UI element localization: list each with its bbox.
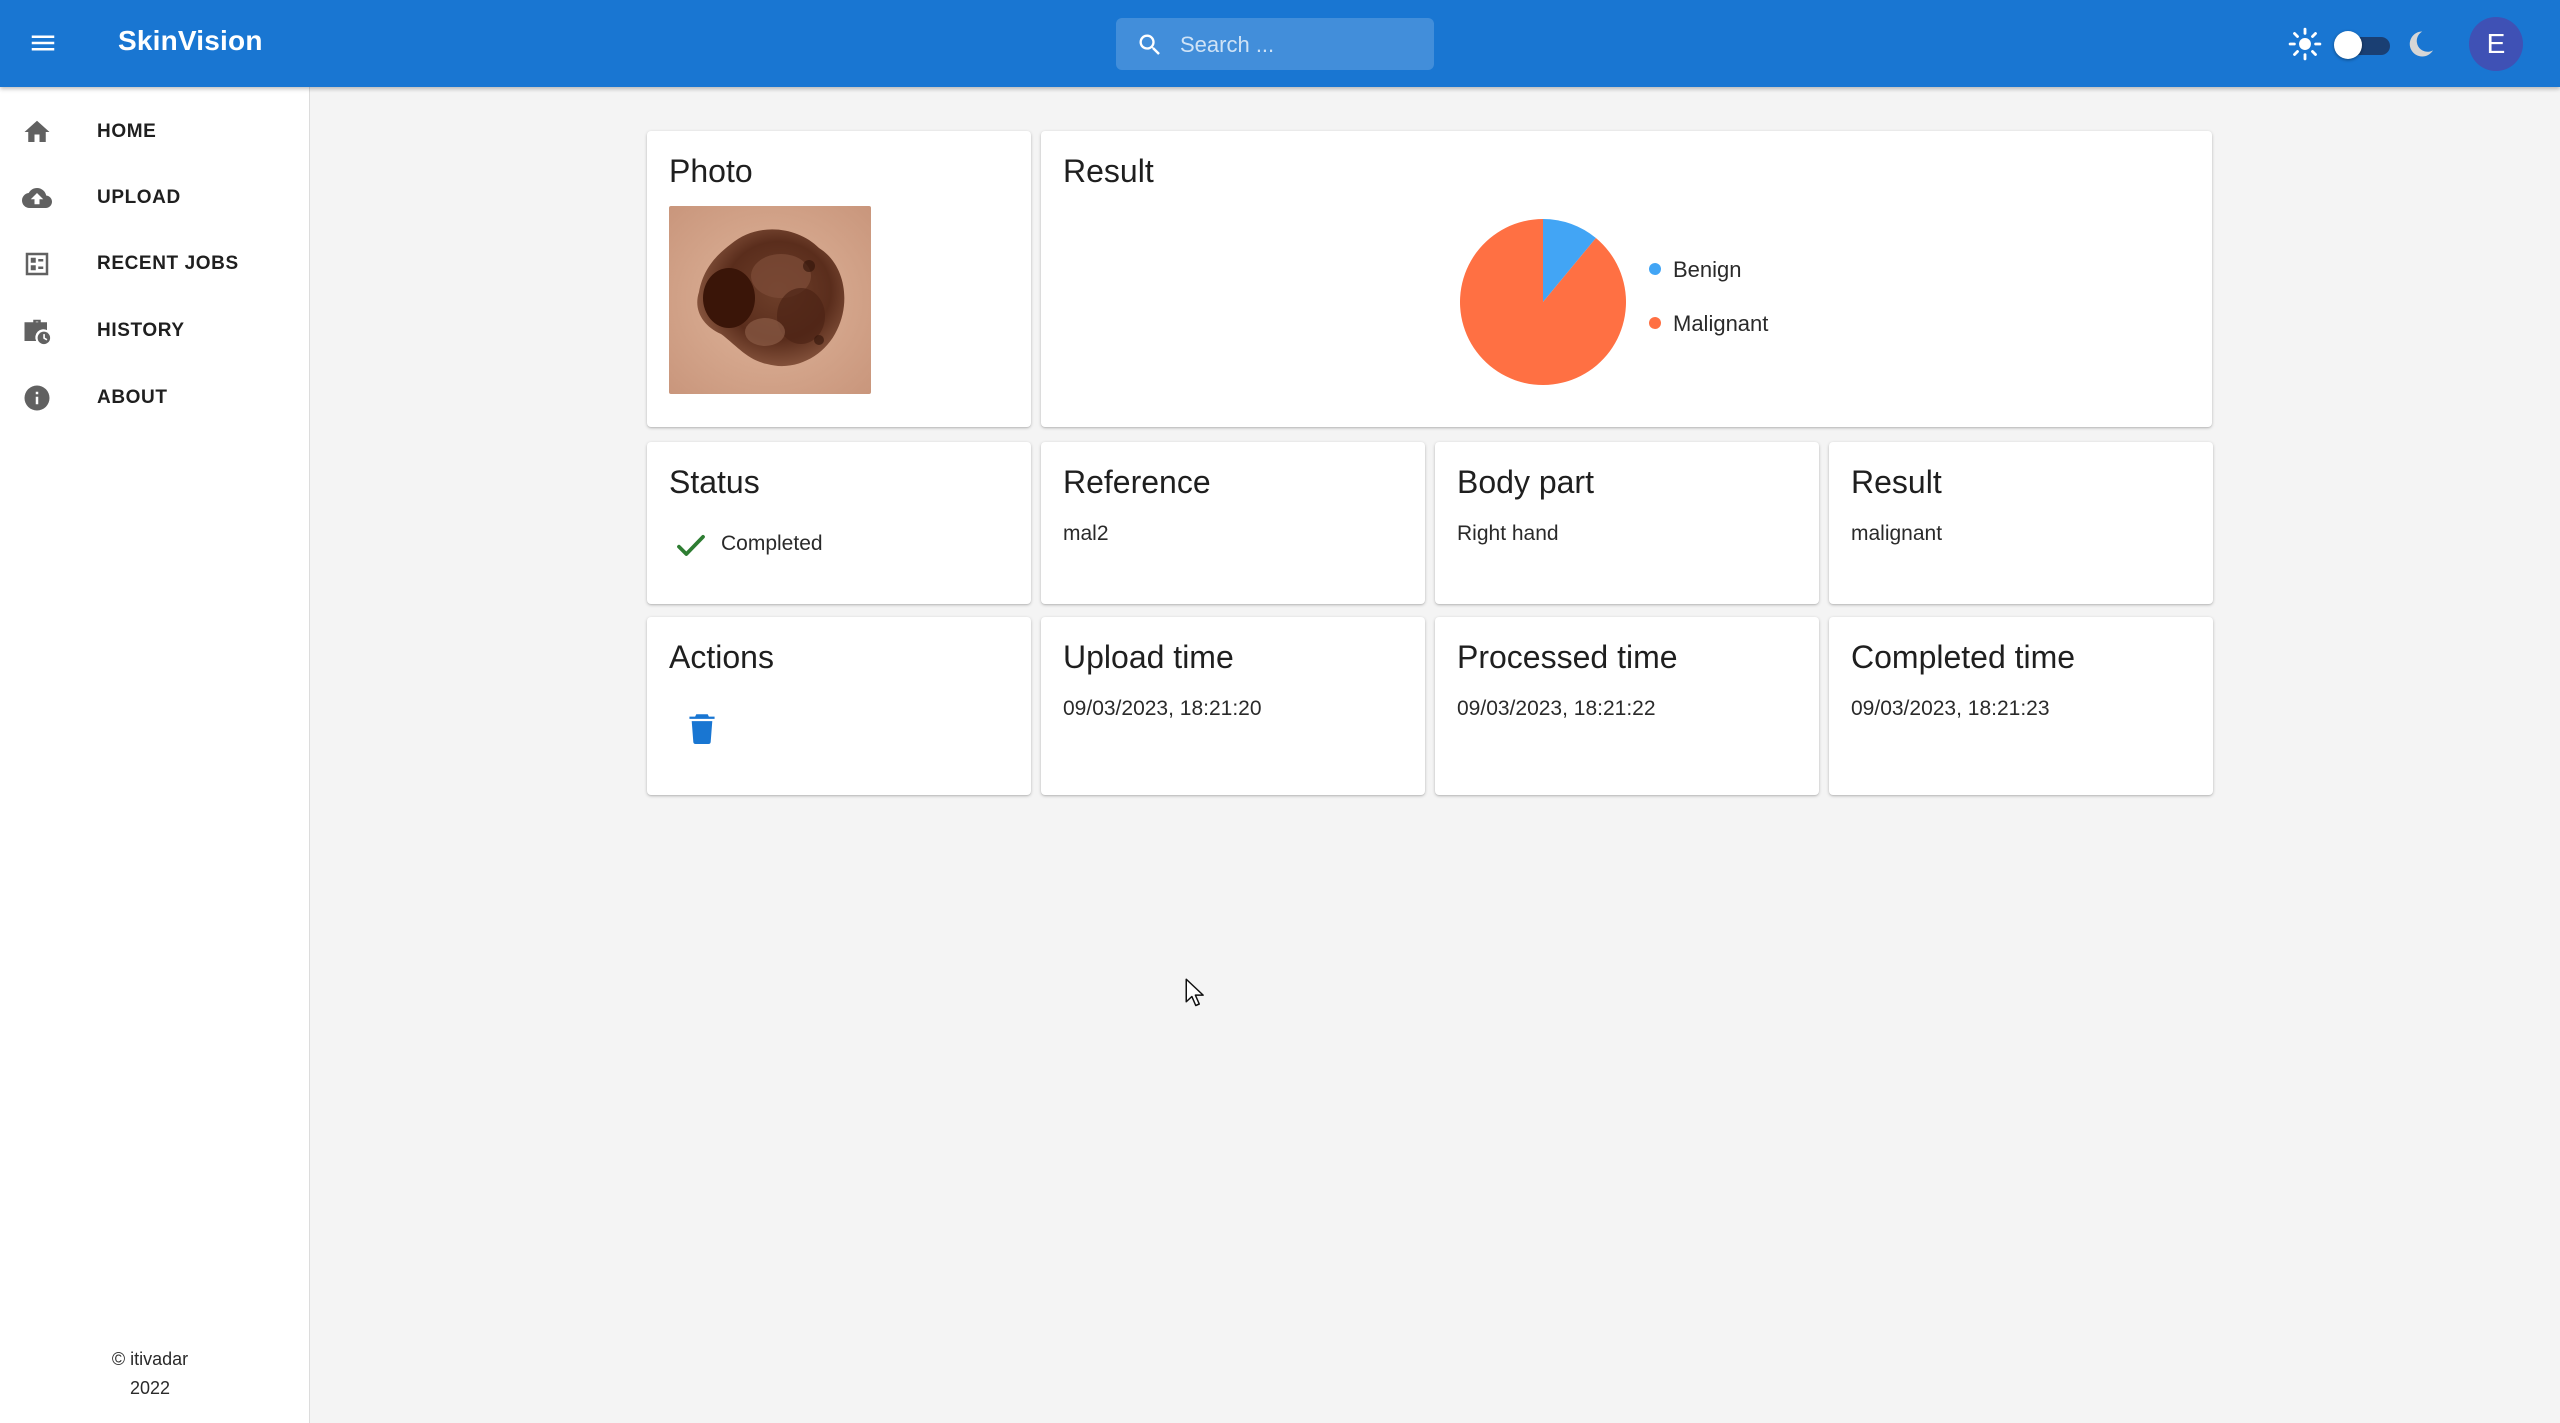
card-title: Actions (669, 639, 774, 675)
copyright: © itivadar 2022 (0, 1345, 300, 1403)
check-icon (677, 534, 705, 556)
legend-label: Malignant (1673, 311, 1769, 336)
list-alt-icon (25, 252, 49, 276)
toggle-thumb (2334, 31, 2362, 59)
menu-icon[interactable] (26, 28, 60, 58)
app-bar: SkinVision E (0, 0, 2560, 87)
sidebar-item-recent-jobs[interactable]: RECENT JOBS (0, 233, 309, 293)
sidebar-item-history[interactable]: HISTORY (0, 300, 309, 360)
card-title: Completed time (1851, 639, 2076, 675)
processed-time-value: 09/03/2023, 18:21:22 (1457, 697, 1656, 720)
reference-card: Reference mal2 (1041, 442, 1425, 604)
sidebar-item-home[interactable]: HOME (0, 101, 309, 161)
legend-item-benign[interactable]: Benign (1649, 257, 1742, 283)
card-title: Photo (669, 153, 753, 189)
sidebar-item-about[interactable]: ABOUT (0, 367, 309, 427)
home-icon (24, 120, 50, 142)
work-history-icon (24, 319, 51, 345)
card-title: Status (669, 464, 760, 500)
search-icon (1139, 34, 1160, 55)
result-pie-chart (1460, 219, 1626, 385)
legend-dot (1649, 263, 1661, 275)
result-chart-card: Result Benign Malignant (1041, 131, 2212, 427)
card-title: Reference (1063, 464, 1211, 500)
legend-item-malignant[interactable]: Malignant (1649, 311, 1768, 337)
info-icon (24, 385, 50, 411)
sidebar-item-label: HOME (97, 121, 157, 142)
moon-icon (2409, 31, 2433, 57)
card-title: Result (1063, 153, 1154, 189)
completed-time-card: Completed time 09/03/2023, 18:21:23 (1829, 617, 2213, 795)
legend-label: Benign (1673, 257, 1742, 282)
theme-toggle[interactable] (2334, 30, 2392, 59)
pie-slice-malignant[interactable] (1460, 219, 1626, 385)
copyright-year: 2022 (129, 1378, 171, 1398)
card-title: Body part (1457, 464, 1594, 500)
photo-card: Photo (647, 131, 1031, 427)
mouse-cursor-icon (1185, 978, 1204, 1007)
body-part-value: Right hand (1457, 522, 1559, 545)
search-input[interactable] (1178, 18, 1422, 72)
app-title[interactable]: SkinVision (118, 25, 263, 57)
body-part-card: Body part Right hand (1435, 442, 1819, 604)
sidebar-item-label: ABOUT (97, 387, 168, 408)
cloud-upload-icon (22, 188, 52, 208)
status-value: Completed (721, 532, 823, 555)
processed-time-card: Processed time 09/03/2023, 18:21:22 (1435, 617, 1819, 795)
sidebar: HOME UPLOAD RECENT JOBS HISTORY ABOUT © … (0, 87, 310, 1423)
sidebar-item-label: HISTORY (97, 320, 185, 341)
lesion-photo[interactable] (669, 206, 871, 394)
search-box[interactable] (1116, 18, 1434, 72)
result-card: Result malignant (1829, 442, 2213, 604)
card-title: Result (1851, 464, 1942, 500)
card-title: Processed time (1457, 639, 1678, 675)
reference-value: mal2 (1063, 522, 1109, 545)
legend-dot (1649, 317, 1661, 329)
sidebar-item-label: UPLOAD (97, 187, 181, 208)
sidebar-item-label: RECENT JOBS (97, 253, 239, 274)
upload-time-value: 09/03/2023, 18:21:20 (1063, 697, 1262, 720)
avatar[interactable]: E (2469, 17, 2523, 71)
card-title: Upload time (1063, 639, 1234, 675)
actions-card: Actions (647, 617, 1031, 795)
trash-icon[interactable] (688, 712, 716, 744)
completed-time-value: 09/03/2023, 18:21:23 (1851, 697, 2050, 720)
status-card: Status Completed (647, 442, 1031, 604)
copyright-text: © itivadar (111, 1349, 189, 1369)
upload-time-card: Upload time 09/03/2023, 18:21:20 (1041, 617, 1425, 795)
result-value: malignant (1851, 522, 1943, 545)
sidebar-item-upload[interactable]: UPLOAD (0, 167, 309, 227)
sun-icon (2288, 27, 2322, 61)
